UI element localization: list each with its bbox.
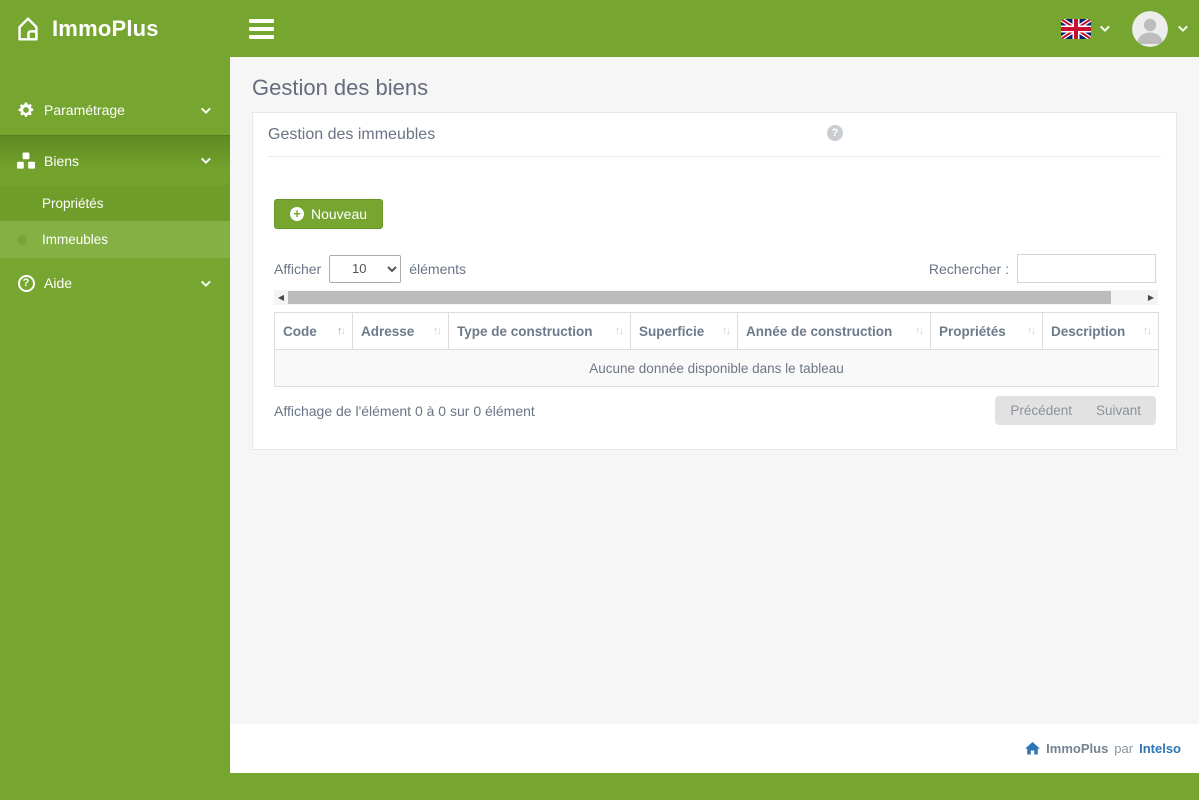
column-header-proprietes[interactable]: Propriétés ↑↓ xyxy=(930,312,1043,350)
sidebar-item-label: Biens xyxy=(44,152,80,169)
app-window: ImmoPlus Paramétrage Biens Propriétés Im… xyxy=(0,0,1199,800)
topbar-right-section xyxy=(1061,10,1199,47)
immeubles-table: Code ↑↓ Adresse ↑↓ Type de construction … xyxy=(274,312,1159,387)
user-menu[interactable] xyxy=(1132,10,1188,47)
pagination: Précédent Suivant xyxy=(995,396,1156,425)
uk-flag-icon xyxy=(1061,18,1091,39)
search-label: Rechercher : xyxy=(928,260,1009,277)
previous-page-button[interactable]: Précédent xyxy=(1010,403,1072,418)
length-label-prefix: Afficher xyxy=(274,260,322,277)
chevron-down-icon xyxy=(1099,22,1110,33)
new-button[interactable]: + Nouveau xyxy=(274,199,384,229)
cubes-icon xyxy=(16,152,36,170)
horizontal-scrollbar[interactable]: ◀ ▶ xyxy=(274,290,1158,305)
page-length-select[interactable]: 10 xyxy=(329,254,402,283)
brand-logo[interactable]: ImmoPlus xyxy=(0,13,230,45)
sidebar-subitem-label: Immeubles xyxy=(42,232,109,247)
sort-icon: ↑↓ xyxy=(615,325,624,337)
sort-icon: ↑↓ xyxy=(1143,325,1152,337)
chevron-down-icon xyxy=(200,154,211,165)
home-icon xyxy=(1025,742,1041,755)
top-bar: ImmoPlus xyxy=(0,0,1199,57)
house-logo-icon xyxy=(13,13,43,45)
scroll-left-icon[interactable]: ◀ xyxy=(274,290,288,305)
sidebar-menu: Paramétrage Biens Propriétés Immeubles ?… xyxy=(0,57,230,308)
search-control: Rechercher : xyxy=(929,254,1156,283)
search-input[interactable] xyxy=(1017,254,1156,283)
length-label-suffix: éléments xyxy=(409,260,467,277)
scroll-right-icon[interactable]: ▶ xyxy=(1144,290,1158,305)
empty-table-message: Aucune donnée disponible dans le tableau xyxy=(274,349,1159,387)
next-page-button[interactable]: Suivant xyxy=(1096,403,1141,418)
sidebar-item-proprietes[interactable]: Propriétés xyxy=(0,185,230,221)
active-dot-icon xyxy=(17,235,27,245)
table-header-row: Code ↑↓ Adresse ↑↓ Type de construction … xyxy=(274,312,1159,350)
plus-circle-icon: + xyxy=(290,207,304,221)
column-header-description[interactable]: Description ↑↓ xyxy=(1042,312,1159,350)
sort-icon: ↑↓ xyxy=(915,325,924,337)
sidebar-item-immeubles[interactable]: Immeubles xyxy=(0,221,230,258)
sidebar-item-label: Paramétrage xyxy=(44,102,125,118)
chevron-down-icon xyxy=(200,276,211,287)
brand-name: ImmoPlus xyxy=(52,15,159,41)
sort-icon: ↑↓ xyxy=(1027,325,1036,337)
sidebar: Paramétrage Biens Propriétés Immeubles ?… xyxy=(0,57,230,773)
new-button-label: Nouveau xyxy=(311,206,368,222)
page-footer: ImmoPlus par Intelso xyxy=(230,724,1199,773)
sort-icon: ↑↓ xyxy=(722,325,731,337)
footer-company-link[interactable]: Intelso xyxy=(1139,741,1181,756)
table-controls-row: Afficher 10 éléments Rechercher : xyxy=(274,254,1156,283)
question-circle-icon: ? xyxy=(16,274,36,292)
sort-icon: ↑↓ xyxy=(433,325,442,337)
table-info: Affichage de l'élément 0 à 0 sur 0 éléme… xyxy=(274,402,535,419)
chevron-down-icon xyxy=(1177,22,1188,33)
table-footer-row: Affichage de l'élément 0 à 0 sur 0 éléme… xyxy=(274,396,1156,425)
language-selector[interactable] xyxy=(1061,18,1110,39)
sidebar-subitem-label: Propriétés xyxy=(42,195,104,211)
page-title: Gestion des biens xyxy=(252,75,429,100)
column-header-type-construction[interactable]: Type de construction ↑↓ xyxy=(448,312,631,350)
column-header-superficie[interactable]: Superficie ↑↓ xyxy=(630,312,738,350)
sort-icon: ↑↓ xyxy=(337,325,346,337)
hamburger-menu-icon[interactable] xyxy=(245,15,278,43)
footer-brand: ImmoPlus xyxy=(1046,741,1109,756)
column-header-code[interactable]: Code ↑↓ xyxy=(274,312,353,350)
column-header-annee-construction[interactable]: Année de construction ↑↓ xyxy=(737,312,931,350)
column-header-adresse[interactable]: Adresse ↑↓ xyxy=(352,312,449,350)
panel-header: Gestion des immeubles ? xyxy=(253,113,1176,156)
gear-icon xyxy=(16,101,36,119)
sidebar-item-parametrage[interactable]: Paramétrage xyxy=(0,85,230,135)
sidebar-item-aide[interactable]: ? Aide xyxy=(0,258,230,308)
panel-title: Gestion des immeubles xyxy=(268,126,436,143)
bottom-green-bar xyxy=(0,773,1199,800)
footer-separator: par xyxy=(1114,741,1134,756)
sidebar-item-biens[interactable]: Biens xyxy=(0,135,230,185)
main-content: Gestion des biens Gestion des immeubles … xyxy=(230,57,1199,724)
chevron-down-icon xyxy=(200,103,211,114)
help-icon[interactable]: ? xyxy=(827,125,843,141)
sidebar-item-label: Aide xyxy=(44,275,73,291)
empty-table-row: Aucune donnée disponible dans le tableau xyxy=(274,349,1159,387)
panel-body: + Nouveau Afficher 10 éléments Recherche… xyxy=(253,157,1176,449)
avatar xyxy=(1132,10,1168,47)
scrollbar-thumb[interactable] xyxy=(288,291,1111,304)
immeubles-panel: Gestion des immeubles ? + Nouveau Affich… xyxy=(252,112,1177,450)
